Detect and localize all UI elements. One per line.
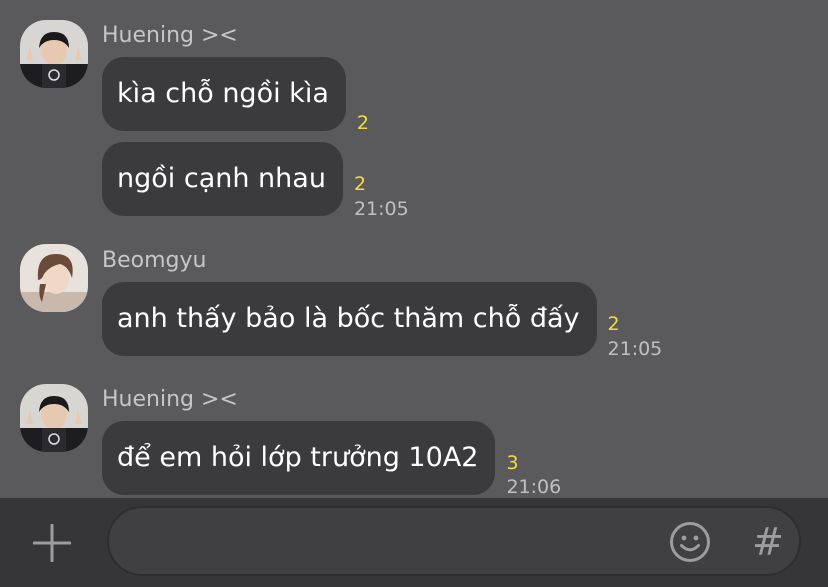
message-meta: 3 21:06 bbox=[506, 421, 576, 498]
hashtag-button[interactable]: # bbox=[747, 518, 789, 566]
message-meta: 2 bbox=[356, 57, 427, 134]
message-bubble[interactable]: để em hỏi lớp trưởng 10A2 bbox=[102, 421, 496, 495]
sender-name: Huening >< bbox=[102, 387, 238, 412]
message-row: ngồi cạnh nhau 2 21:05 bbox=[102, 142, 424, 220]
emoji-icon[interactable] bbox=[669, 521, 711, 563]
unread-count: 2 bbox=[356, 112, 369, 134]
plus-icon[interactable] bbox=[32, 523, 72, 563]
message-bubble[interactable]: ngồi cạnh nhau bbox=[102, 142, 343, 216]
sender-name: Beomgyu bbox=[102, 248, 207, 273]
avatar-huening-image bbox=[20, 384, 88, 452]
message-row: để em hỏi lớp trưởng 10A2 3 21:06 bbox=[102, 421, 576, 498]
message-input[interactable] bbox=[133, 520, 657, 566]
unread-count: 2 bbox=[353, 173, 367, 195]
message-time: 21:06 bbox=[506, 476, 562, 498]
avatar[interactable] bbox=[20, 384, 88, 452]
message-input-box[interactable]: # bbox=[107, 506, 801, 576]
unread-count: 3 bbox=[506, 452, 519, 474]
avatar[interactable] bbox=[20, 20, 88, 88]
sender-name: Huening >< bbox=[102, 23, 238, 48]
avatar-beomgyu-image bbox=[20, 244, 88, 312]
message-bubble[interactable]: kìa chỗ ngồi kìa bbox=[102, 57, 346, 131]
message-meta: 2 21:05 bbox=[607, 282, 678, 360]
avatar[interactable] bbox=[20, 244, 88, 312]
message-row: kìa chỗ ngồi kìa 2 bbox=[102, 57, 427, 134]
avatar-huening-image bbox=[20, 20, 88, 88]
unread-count: 2 bbox=[607, 313, 620, 335]
message-time: 21:05 bbox=[607, 338, 663, 360]
message-row: anh thấy bảo là bốc thăm chỗ đấy 2 21:05 bbox=[102, 282, 678, 360]
message-time: 21:05 bbox=[353, 198, 409, 220]
message-bubble[interactable]: anh thấy bảo là bốc thăm chỗ đấy bbox=[102, 282, 597, 356]
message-meta: 2 21:05 bbox=[353, 142, 424, 220]
composer-bar: # bbox=[0, 498, 828, 587]
chat-area: Huening >< kìa chỗ ngồi kìa 2 ngồi cạnh … bbox=[0, 0, 828, 498]
